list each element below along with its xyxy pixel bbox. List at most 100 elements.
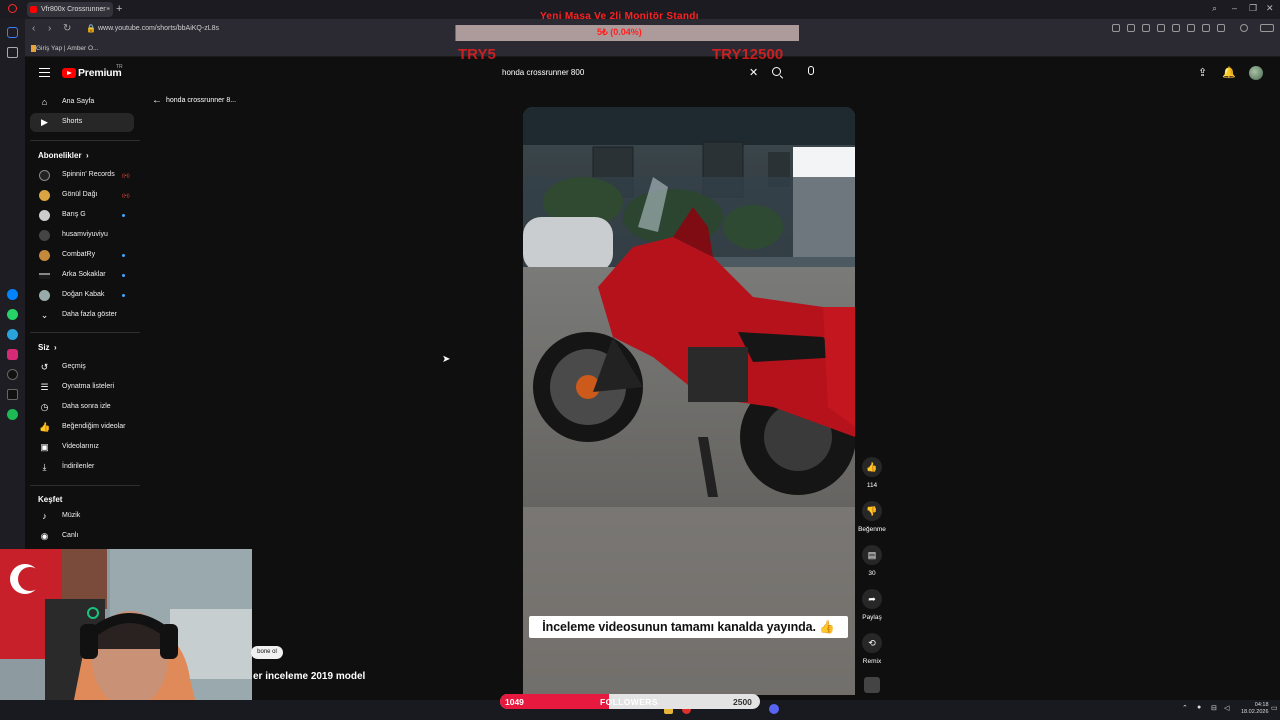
you-heading[interactable]: Siz › [38,343,57,352]
sidebar-divider [30,485,140,486]
sidebar-item-downloads[interactable]: ⤓ İndirilenler [30,458,134,477]
live-indicator-icon: ((•)) [122,173,130,178]
sidebar-item-playlists[interactable]: ☰ Oynatma listeleri [30,378,134,397]
search-query-title: honda crossrunner 8... [166,97,237,104]
clock-date: 18.02.2026 [1241,709,1269,715]
comments-button[interactable]: ▤ [862,545,882,565]
tray-speaker-icon[interactable]: ◁ [1224,704,1229,712]
vpn-icon[interactable] [1142,24,1150,32]
sidebar-item-shorts[interactable]: ▶ Shorts [30,113,134,132]
mic-icon[interactable] [808,66,814,75]
comment-count: 30 [868,570,876,577]
short-video-player[interactable] [523,107,855,695]
maximize-icon[interactable]: ❐ [1249,3,1257,14]
share-button[interactable]: ➦ [862,589,882,609]
tray-network-icon[interactable]: ⊟ [1211,704,1217,712]
notification-center-icon[interactable]: ▭ [1271,704,1278,712]
subscriptions-heading[interactable]: Abonelikler › [38,151,89,160]
video-caption: İnceleme videosunun tamamı kanalda yayın… [529,616,848,638]
bookmark-item[interactable]: Giriş Yap | Amber O... [36,45,99,52]
menu-icon[interactable] [39,68,50,77]
window-close-icon[interactable]: ✕ [1266,3,1274,14]
clock-time: 04:18 [1254,702,1269,708]
new-tab-button[interactable]: + [116,3,122,15]
home-dock-icon[interactable] [7,27,18,38]
settings-icon[interactable] [1240,24,1248,32]
sidebar-item-live[interactable]: ◉ Canlı [30,527,134,546]
messenger-icon[interactable] [7,289,18,300]
sidebar-divider [30,332,140,333]
playlist-icon: ☰ [40,382,49,392]
clear-search-icon[interactable]: ✕ [749,66,758,79]
sidebar-item-watch-later[interactable]: ◷ Daha sonra izle [30,398,134,417]
notifications-icon[interactable]: 🔔 [1222,66,1236,79]
heart-icon[interactable] [1202,24,1210,32]
sidebar-item-label: Videolarınız [62,443,99,450]
wallet-icon[interactable] [1217,24,1225,32]
reload-icon[interactable]: ↻ [63,23,71,34]
back-icon[interactable]: ‹ [32,23,35,34]
tiktok-icon[interactable] [7,369,18,380]
url-field[interactable]: www.youtube.com/shorts/bbAiKQ-zL8s [98,25,219,32]
sidebar-item-your-videos[interactable]: ▣ Videolarınız [30,438,134,457]
telegram-icon[interactable] [7,329,18,340]
youtube-logo-icon[interactable] [62,68,76,78]
tray-chevron-icon[interactable]: ⌃ [1182,704,1188,712]
new-content-dot [122,294,125,297]
sidebar-sub-item[interactable]: husamviyuviyu [30,226,134,245]
donation-goal-fill [455,25,456,41]
subscribe-button[interactable]: bone ol [251,646,283,659]
opera-logo-icon[interactable] [8,4,17,13]
sidebar-item-liked[interactable]: 👍 Beğendiğim videolar [30,418,134,437]
taskbar-discord-icon[interactable] [769,704,779,714]
sidebar-sub-item[interactable]: Doğan Kabak [30,286,134,305]
logo-text[interactable]: Premium [78,67,122,79]
sidebar-sub-item[interactable]: CombatRy [30,246,134,265]
followers-label: FOLLOWERS [600,697,658,707]
screenshot-icon[interactable] [1172,24,1180,32]
channel-avatar [39,190,50,201]
sidebar-item-home[interactable]: ⌂ Ana Sayfa [30,93,134,112]
audio-track-thumbnail[interactable] [864,677,880,693]
dislike-button[interactable]: 👎 [862,501,882,521]
forward-icon[interactable]: › [48,23,51,34]
sidebar-item-label: Barış G [62,211,86,218]
browser-tab[interactable]: Vfr800x Crossrunner - × [27,2,113,17]
tab-close-icon[interactable]: × [106,2,110,17]
back-arrow-icon[interactable]: ← [152,95,162,106]
tray-app-icon[interactable]: ● [1197,704,1201,711]
you-heading-text: Siz [38,343,50,352]
sidebar-item-music[interactable]: ♪ Müzik [30,507,134,526]
like-button[interactable]: 👍 [862,457,882,477]
lock-icon: 🔒 [86,24,96,33]
avatar[interactable] [1249,66,1263,80]
whatsapp-icon[interactable] [7,309,18,320]
sidebar-sub-item[interactable]: Arka Sokaklar [30,266,134,285]
remix-button[interactable]: ⟲ [862,633,882,653]
sidebar-item-label: Ana Sayfa [62,98,95,105]
sidebar-item-label: Oynatma listeleri [62,383,115,390]
upload-icon[interactable]: ⇪ [1198,66,1207,79]
sidebar-sub-item[interactable]: Spinnin' Records ((•)) [30,166,134,185]
live-icon: ◉ [40,531,49,541]
camera-icon[interactable] [1127,24,1135,32]
sidebar-item-history[interactable]: ↺ Geçmiş [30,358,134,377]
x-icon[interactable] [7,389,18,400]
channel-avatar [39,290,50,301]
play-icon[interactable] [1157,24,1165,32]
sidebar-sub-item[interactable]: Barış G [30,206,134,225]
extension-icon[interactable] [1112,24,1120,32]
instagram-icon[interactable] [7,349,18,360]
taskbar-clock[interactable]: 04:18 18.02.2026 [1241,702,1269,716]
show-more-button[interactable]: ⌄ Daha fazla göster [30,306,134,325]
ai-icon[interactable] [1260,24,1274,32]
star-dock-icon[interactable] [7,47,18,58]
sidebar-item-label: Gönül Dağı [62,191,98,198]
spotify-icon[interactable] [7,409,18,420]
search-input[interactable]: honda crossrunner 800 [502,68,584,77]
minimize-icon[interactable]: – [1232,3,1237,13]
search-tabs-icon[interactable]: ⌕ [1212,3,1217,14]
search-icon[interactable] [772,67,781,76]
download-browser-icon[interactable] [1187,24,1195,32]
sidebar-sub-item[interactable]: Gönül Dağı ((•)) [30,186,134,205]
